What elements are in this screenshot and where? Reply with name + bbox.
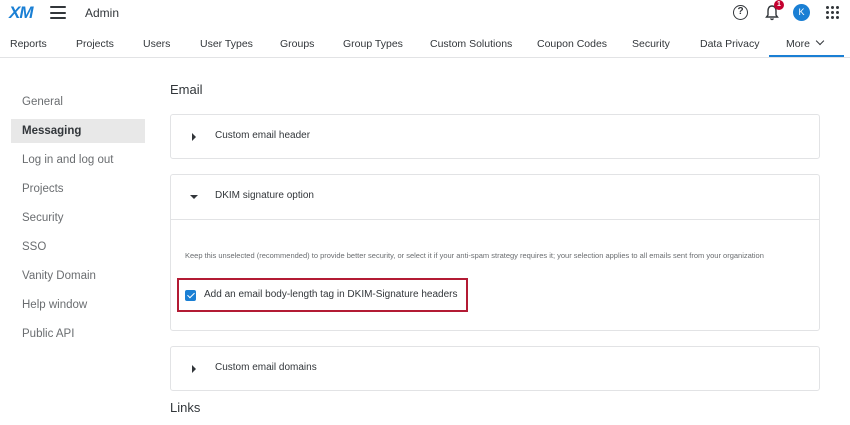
app-switcher-grid-icon[interactable] — [826, 6, 839, 19]
card-dkim-signature-option: DKIM signature option Keep this unselect… — [170, 174, 820, 331]
chevron-down-icon — [815, 36, 825, 46]
sidebar-item-sso[interactable]: SSO — [11, 235, 145, 259]
sidebar-item-messaging[interactable]: Messaging — [11, 119, 145, 143]
notification-badge: 1 — [774, 0, 784, 10]
caret-right-icon — [192, 365, 196, 373]
xm-logo[interactable]: XM — [9, 3, 33, 23]
tab-users[interactable]: Users — [143, 38, 170, 50]
tab-group-types[interactable]: Group Types — [343, 38, 403, 50]
sidebar-item-public-api[interactable]: Public API — [11, 322, 145, 346]
top-bar: XM Admin ? 1 K — [0, 0, 850, 28]
sidebar-item-help-window[interactable]: Help window — [11, 293, 145, 317]
tab-more[interactable]: More — [786, 36, 825, 50]
user-avatar[interactable]: K — [793, 4, 810, 21]
card-custom-email-domains: Custom email domains — [170, 346, 820, 391]
dkim-checkbox-label[interactable]: Add an email body-length tag in DKIM-Sig… — [204, 289, 457, 300]
sidebar-item-vanity-domain[interactable]: Vanity Domain — [11, 264, 145, 288]
card-header-dkim-signature-option[interactable]: DKIM signature option — [171, 175, 819, 219]
tab-coupon-codes[interactable]: Coupon Codes — [537, 38, 607, 50]
card-divider — [171, 219, 819, 220]
section-title-email: Email — [170, 82, 203, 97]
caret-down-icon — [190, 195, 198, 199]
dkim-description: Keep this unselected (recommended) to pr… — [185, 251, 764, 260]
help-icon[interactable]: ? — [733, 5, 748, 20]
card-header-custom-email-header[interactable]: Custom email header — [171, 115, 819, 159]
hamburger-menu-icon[interactable] — [50, 6, 66, 19]
admin-nav-bar: Reports Projects Users User Types Groups… — [0, 28, 850, 58]
tab-data-privacy[interactable]: Data Privacy — [700, 38, 760, 50]
sidebar-item-general[interactable]: General — [11, 90, 145, 114]
sidebar-item-security[interactable]: Security — [11, 206, 145, 230]
tab-projects[interactable]: Projects — [76, 38, 114, 50]
section-title-links: Links — [170, 400, 201, 415]
card-title: Custom email header — [215, 130, 311, 141]
sidebar-item-projects[interactable]: Projects — [11, 177, 145, 201]
tab-more-label: More — [786, 38, 810, 50]
sidebar-item-log-in-and-log-out[interactable]: Log in and log out — [11, 148, 145, 172]
card-title: Custom email domains — [215, 362, 317, 373]
tab-security[interactable]: Security — [632, 38, 670, 50]
card-header-custom-email-domains[interactable]: Custom email domains — [171, 347, 819, 391]
tab-groups[interactable]: Groups — [280, 38, 314, 50]
card-title: DKIM signature option — [215, 190, 314, 201]
card-custom-email-header: Custom email header — [170, 114, 820, 159]
app-title: Admin — [85, 6, 120, 20]
tab-reports[interactable]: Reports — [10, 38, 47, 50]
caret-right-icon — [192, 133, 196, 141]
tab-custom-solutions[interactable]: Custom Solutions — [430, 38, 512, 50]
active-tab-indicator — [769, 55, 844, 57]
dkim-body-length-checkbox[interactable] — [185, 290, 196, 301]
tab-user-types[interactable]: User Types — [200, 38, 253, 50]
